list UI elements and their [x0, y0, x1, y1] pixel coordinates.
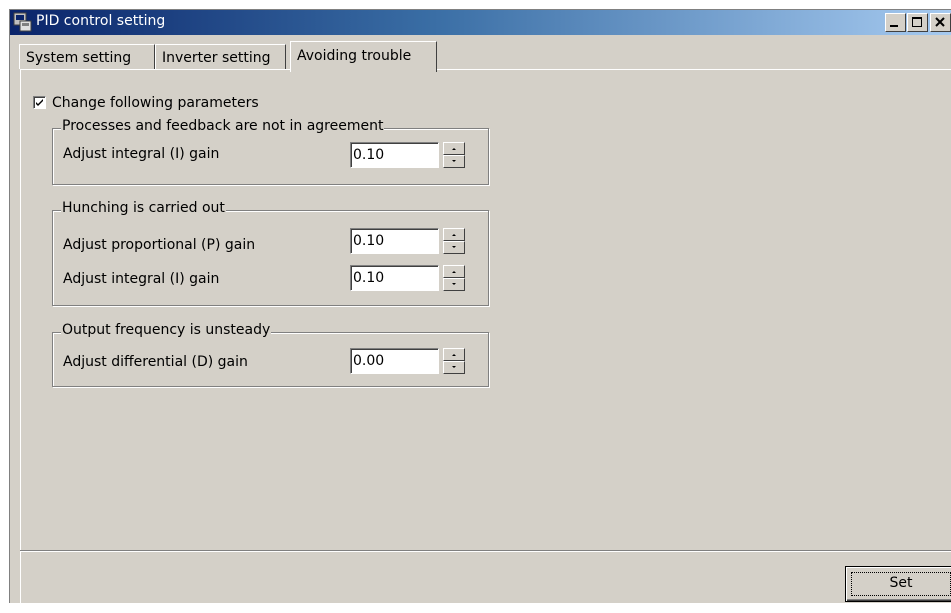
group-output-frequency: Output frequency is unsteady Adjust diff… — [52, 322, 489, 387]
checkmark-icon — [36, 99, 43, 106]
arrow-down-icon — [452, 366, 456, 368]
spin-down-button[interactable] — [443, 241, 465, 254]
tab-avoiding-trouble[interactable]: Avoiding trouble — [290, 41, 437, 72]
spin-down-button[interactable] — [443, 361, 465, 374]
focus-rect — [851, 572, 951, 596]
arrow-down-icon — [452, 160, 456, 162]
integral-gain-spinner-2 — [443, 265, 465, 291]
tab-inverter-setting[interactable]: Inverter setting — [155, 44, 286, 69]
spin-up-button[interactable] — [443, 265, 465, 278]
maximize-button[interactable] — [907, 13, 928, 32]
differential-gain-input[interactable]: 0.00 — [350, 348, 439, 374]
proportional-gain-spinner — [443, 228, 465, 254]
row-label: Adjust differential (D) gain — [63, 354, 248, 370]
app-icon — [13, 12, 33, 32]
tab-label: Avoiding trouble — [297, 48, 412, 64]
window-title: PID control setting — [36, 13, 166, 29]
group-title: Processes and feedback are not in agreem… — [61, 118, 385, 134]
integral-gain-input-2[interactable]: 0.10 — [350, 265, 439, 291]
spin-up-button[interactable] — [443, 142, 465, 155]
change-params-checkbox[interactable] — [33, 96, 46, 109]
footer-divider-highlight — [20, 551, 951, 552]
integral-gain-input-1[interactable]: 0.10 — [350, 142, 439, 168]
spin-up-button[interactable] — [443, 348, 465, 361]
close-button[interactable] — [930, 13, 951, 32]
arrow-up-icon — [452, 234, 456, 236]
integral-gain-spinner-1 — [443, 142, 465, 168]
row-label: Adjust integral (I) gain — [63, 271, 220, 287]
arrow-up-icon — [452, 354, 456, 356]
pid-control-window: PID control setting System setting Inver… — [9, 9, 951, 613]
group-processes-feedback: Processes and feedback are not in agreem… — [52, 118, 489, 185]
change-params-label[interactable]: Change following parameters — [52, 95, 259, 111]
minimize-icon — [890, 25, 898, 27]
spin-down-button[interactable] — [443, 278, 465, 291]
group-hunching: Hunching is carried out Adjust proportio… — [52, 200, 489, 306]
row-label: Adjust integral (I) gain — [63, 146, 220, 162]
group-title: Output frequency is unsteady — [61, 322, 272, 338]
close-icon — [935, 17, 945, 27]
maximize-icon — [912, 17, 922, 27]
spin-up-button[interactable] — [443, 228, 465, 241]
minimize-button[interactable] — [885, 13, 906, 32]
row-label: Adjust proportional (P) gain — [63, 237, 256, 253]
arrow-down-icon — [452, 246, 456, 248]
tab-system-setting[interactable]: System setting — [19, 44, 155, 69]
set-button[interactable]: Set — [845, 566, 951, 602]
group-title: Hunching is carried out — [61, 200, 226, 216]
tab-label: Inverter setting — [162, 50, 271, 66]
arrow-down-icon — [452, 283, 456, 285]
tab-label: System setting — [26, 50, 132, 66]
spin-down-button[interactable] — [443, 155, 465, 168]
title-bar[interactable]: PID control setting — [10, 10, 951, 35]
arrow-up-icon — [452, 271, 456, 273]
proportional-gain-input[interactable]: 0.10 — [350, 228, 439, 254]
differential-gain-spinner — [443, 348, 465, 374]
arrow-up-icon — [452, 148, 456, 150]
